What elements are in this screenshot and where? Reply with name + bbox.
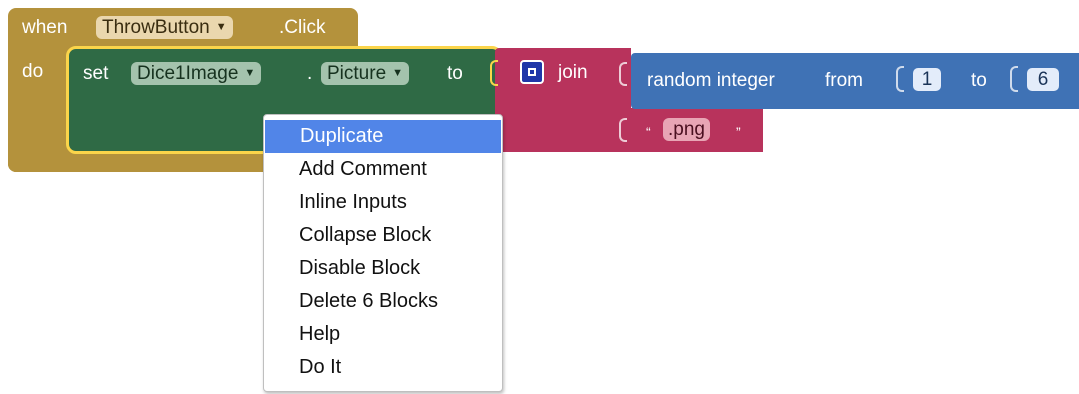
mutator-square-icon (528, 68, 536, 76)
input-socket (1010, 66, 1018, 92)
random-integer-label: random integer (647, 70, 775, 91)
dropdown-arrow-icon: ▼ (244, 67, 256, 79)
from-label: from (825, 70, 863, 91)
when-label: when (22, 17, 68, 38)
component-dropdown-throwbutton[interactable]: ThrowButton ▼ (96, 16, 233, 39)
do-label: do (22, 61, 44, 82)
context-menu: Duplicate Add Comment Inline Inputs Coll… (263, 114, 503, 392)
to-label: to (447, 63, 463, 84)
property-dropdown-picture[interactable]: Picture ▼ (321, 62, 410, 85)
open-quote: “ (646, 124, 651, 140)
input-socket (490, 60, 498, 86)
close-quote: ” (736, 124, 741, 140)
menu-item-duplicate[interactable]: Duplicate (265, 120, 501, 153)
join-label: join (558, 62, 588, 83)
set-label: set (83, 63, 109, 84)
component-dropdown-dice1image[interactable]: Dice1Image ▼ (131, 62, 262, 85)
dot-separator: . (307, 63, 313, 84)
menu-item-add-comment[interactable]: Add Comment (264, 153, 502, 186)
menu-item-delete-blocks[interactable]: Delete 6 Blocks (264, 285, 502, 318)
menu-item-help[interactable]: Help (264, 318, 502, 351)
from-number-field[interactable]: 1 (913, 68, 941, 91)
input-socket (619, 62, 627, 86)
menu-item-inline-inputs[interactable]: Inline Inputs (264, 186, 502, 219)
to-number-field[interactable]: 6 (1027, 68, 1059, 91)
component-name: ThrowButton (102, 17, 210, 38)
mutator-gear-icon[interactable] (520, 60, 544, 84)
input-socket (619, 118, 627, 142)
property-name: Picture (327, 63, 387, 84)
text-value-png[interactable]: .png (663, 118, 710, 141)
dropdown-arrow-icon: ▼ (392, 67, 404, 79)
menu-item-collapse-block[interactable]: Collapse Block (264, 219, 502, 252)
menu-item-do-it[interactable]: Do It (264, 351, 502, 384)
text-value: .png (668, 119, 705, 140)
menu-item-disable-block[interactable]: Disable Block (264, 252, 502, 285)
input-socket (896, 66, 904, 92)
component-name: Dice1Image (137, 63, 239, 84)
event-name: .Click (279, 17, 326, 38)
dropdown-arrow-icon: ▼ (215, 21, 227, 33)
to-label: to (971, 70, 987, 91)
